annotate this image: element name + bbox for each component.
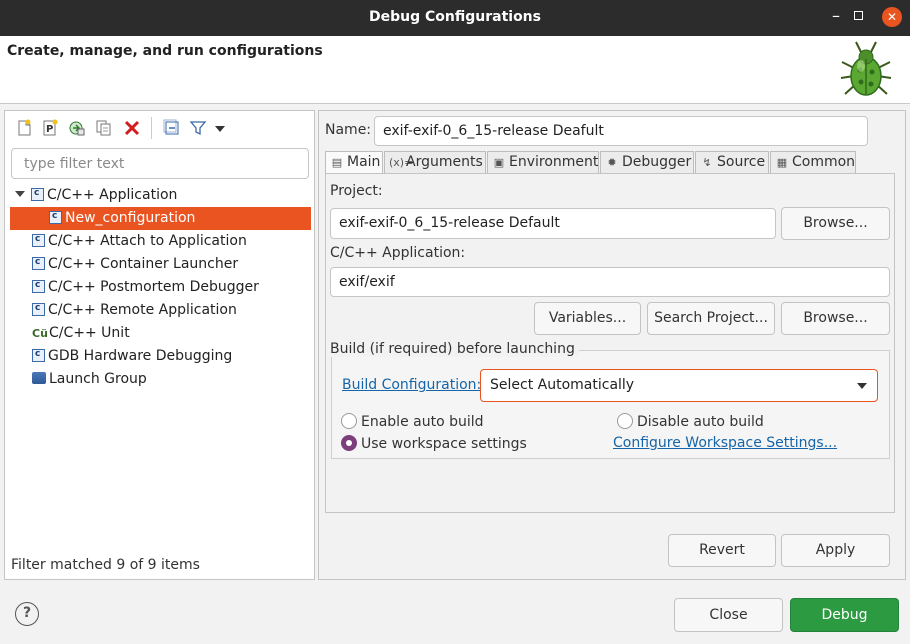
search-project-button[interactable]: Search Project... bbox=[647, 302, 775, 335]
tree-item-new-configuration[interactable]: New_configuration bbox=[10, 205, 311, 230]
name-field[interactable]: exif-exif-0_6_15-release Deafult bbox=[374, 116, 868, 146]
tab-source[interactable]: ↯ Source bbox=[695, 151, 769, 173]
main-tab-content: Project: exif-exif-0_6_15-release Defaul… bbox=[325, 173, 895, 513]
cpp-remote-icon bbox=[32, 297, 45, 319]
debug-bug-icon bbox=[840, 41, 892, 96]
common-tab-icon: ▦ bbox=[776, 156, 788, 169]
dialog-heading: Create, manage, and run configurations bbox=[7, 43, 323, 59]
debug-button[interactable]: Debug bbox=[790, 598, 899, 632]
tree-item-cpp-postmortem[interactable]: C/C++ Postmortem Debugger bbox=[32, 274, 259, 299]
close-button[interactable]: Close bbox=[674, 598, 783, 632]
tree-item-label: New_configuration bbox=[65, 210, 196, 226]
tab-main[interactable]: ▤ Main bbox=[325, 151, 383, 174]
new-configuration-icon[interactable] bbox=[15, 119, 33, 137]
tree-item-label: Launch Group bbox=[49, 371, 147, 387]
disable-auto-build-option[interactable]: Disable auto build bbox=[617, 413, 764, 430]
browse-application-button[interactable]: Browse... bbox=[781, 302, 890, 335]
tree-item-label: C/C++ Remote Application bbox=[48, 302, 237, 318]
arguments-tab-icon: (x)= bbox=[389, 156, 414, 169]
enable-auto-build-option[interactable]: Enable auto build bbox=[341, 413, 484, 430]
tree-item-cpp-application[interactable]: C/C++ Application bbox=[15, 182, 178, 207]
cpp-container-icon bbox=[32, 251, 45, 273]
svg-text:P: P bbox=[46, 124, 53, 135]
dialog-header: Create, manage, and run configurations bbox=[0, 36, 910, 104]
build-configuration-value: Select Automatically bbox=[490, 377, 635, 393]
cpp-application-field[interactable]: exif/exif bbox=[330, 267, 890, 297]
source-tab-icon: ↯ bbox=[702, 156, 712, 169]
cpp-configuration-icon bbox=[49, 205, 62, 227]
tree-item-cpp-container[interactable]: C/C++ Container Launcher bbox=[32, 251, 239, 276]
chevron-down-icon bbox=[857, 383, 867, 389]
tab-environment[interactable]: ▣ Environment bbox=[487, 151, 599, 173]
tree-item-label: GDB Hardware Debugging bbox=[48, 348, 233, 364]
radio-icon[interactable] bbox=[617, 413, 633, 429]
minimize-icon[interactable]: – bbox=[826, 6, 846, 26]
cpp-application-icon bbox=[31, 182, 44, 204]
tab-bar: ▤ Main (x)=Arguments ▣ Environment ✹ Debugg… bbox=[325, 151, 856, 174]
cpp-postmortem-icon bbox=[32, 274, 45, 296]
tree-item-label: C/C++ Container Launcher bbox=[48, 256, 239, 272]
tree-item-label: C/C++ Attach to Application bbox=[48, 233, 247, 249]
tab-debugger[interactable]: ✹ Debugger bbox=[600, 151, 694, 173]
tree-item-cpp-unit[interactable]: CüC/C++ Unit bbox=[32, 322, 130, 345]
launch-group-icon bbox=[32, 372, 46, 384]
debugger-tab-icon: ✹ bbox=[607, 156, 617, 169]
title-bar: Debug Configurations – ✕ bbox=[0, 0, 910, 36]
tree-item-label: C/C++ Application bbox=[47, 187, 178, 203]
tree-item-cpp-attach[interactable]: C/C++ Attach to Application bbox=[32, 228, 247, 253]
browse-project-button[interactable]: Browse... bbox=[781, 207, 890, 240]
use-workspace-settings-option[interactable]: Use workspace settings bbox=[341, 435, 527, 452]
main-tab-icon: ▤ bbox=[331, 156, 343, 169]
tree-item-label: C/C++ Postmortem Debugger bbox=[48, 279, 259, 295]
filter-icon[interactable] bbox=[189, 119, 207, 137]
build-settings-group: Build Configuration: Select Automaticall… bbox=[331, 350, 890, 459]
build-configuration-select[interactable]: Select Automatically bbox=[480, 369, 878, 402]
build-configuration-link[interactable]: Build Configuration: bbox=[342, 377, 481, 393]
apply-button[interactable]: Apply bbox=[781, 534, 890, 567]
tree-item-label: C/C++ Unit bbox=[49, 325, 130, 341]
configuration-editor-panel: Name: exif-exif-0_6_15-release Deafult ▤… bbox=[318, 110, 906, 580]
toolbar-separator bbox=[151, 117, 152, 139]
radio-selected-icon[interactable] bbox=[341, 435, 357, 451]
delete-icon[interactable] bbox=[123, 119, 141, 137]
tree-item-gdb-hardware[interactable]: GDB Hardware Debugging bbox=[32, 343, 233, 368]
export-icon[interactable] bbox=[68, 119, 86, 137]
gdb-hardware-icon bbox=[32, 343, 45, 365]
collapse-all-icon[interactable] bbox=[163, 119, 181, 137]
expand-arrow-icon[interactable] bbox=[15, 191, 25, 197]
tab-arguments[interactable]: (x)=Arguments bbox=[384, 151, 486, 173]
configuration-list-panel: P C/C++ Application New_configuration C/… bbox=[4, 110, 315, 580]
tab-common[interactable]: ▦ Common bbox=[770, 151, 856, 173]
tree-item-cpp-remote[interactable]: C/C++ Remote Application bbox=[32, 297, 237, 322]
cpp-application-label: C/C++ Application: bbox=[330, 245, 466, 261]
configure-workspace-settings-link[interactable]: Configure Workspace Settings... bbox=[613, 435, 837, 451]
project-field[interactable]: exif-exif-0_6_15-release Default bbox=[330, 208, 776, 239]
radio-icon[interactable] bbox=[341, 413, 357, 429]
build-group-label: Build (if required) before launching bbox=[330, 341, 579, 357]
maximize-icon[interactable] bbox=[854, 11, 863, 20]
help-icon[interactable]: ? bbox=[15, 602, 39, 626]
window-title: Debug Configurations bbox=[369, 9, 541, 25]
revert-button[interactable]: Revert bbox=[668, 534, 776, 567]
close-window-icon[interactable]: ✕ bbox=[882, 7, 902, 27]
name-label: Name: bbox=[325, 122, 372, 138]
project-label: Project: bbox=[330, 183, 383, 199]
new-prototype-icon[interactable]: P bbox=[41, 119, 59, 137]
cpp-unit-icon: Cü bbox=[32, 327, 48, 340]
tree-item-launch-group[interactable]: Launch Group bbox=[32, 368, 147, 391]
view-menu-icon[interactable] bbox=[213, 119, 227, 137]
filter-input[interactable] bbox=[11, 148, 309, 179]
duplicate-icon[interactable] bbox=[95, 119, 113, 137]
environment-tab-icon: ▣ bbox=[493, 156, 505, 169]
variables-button[interactable]: Variables... bbox=[534, 302, 641, 335]
cpp-attach-icon bbox=[32, 228, 45, 250]
filter-status: Filter matched 9 of 9 items bbox=[11, 557, 200, 573]
